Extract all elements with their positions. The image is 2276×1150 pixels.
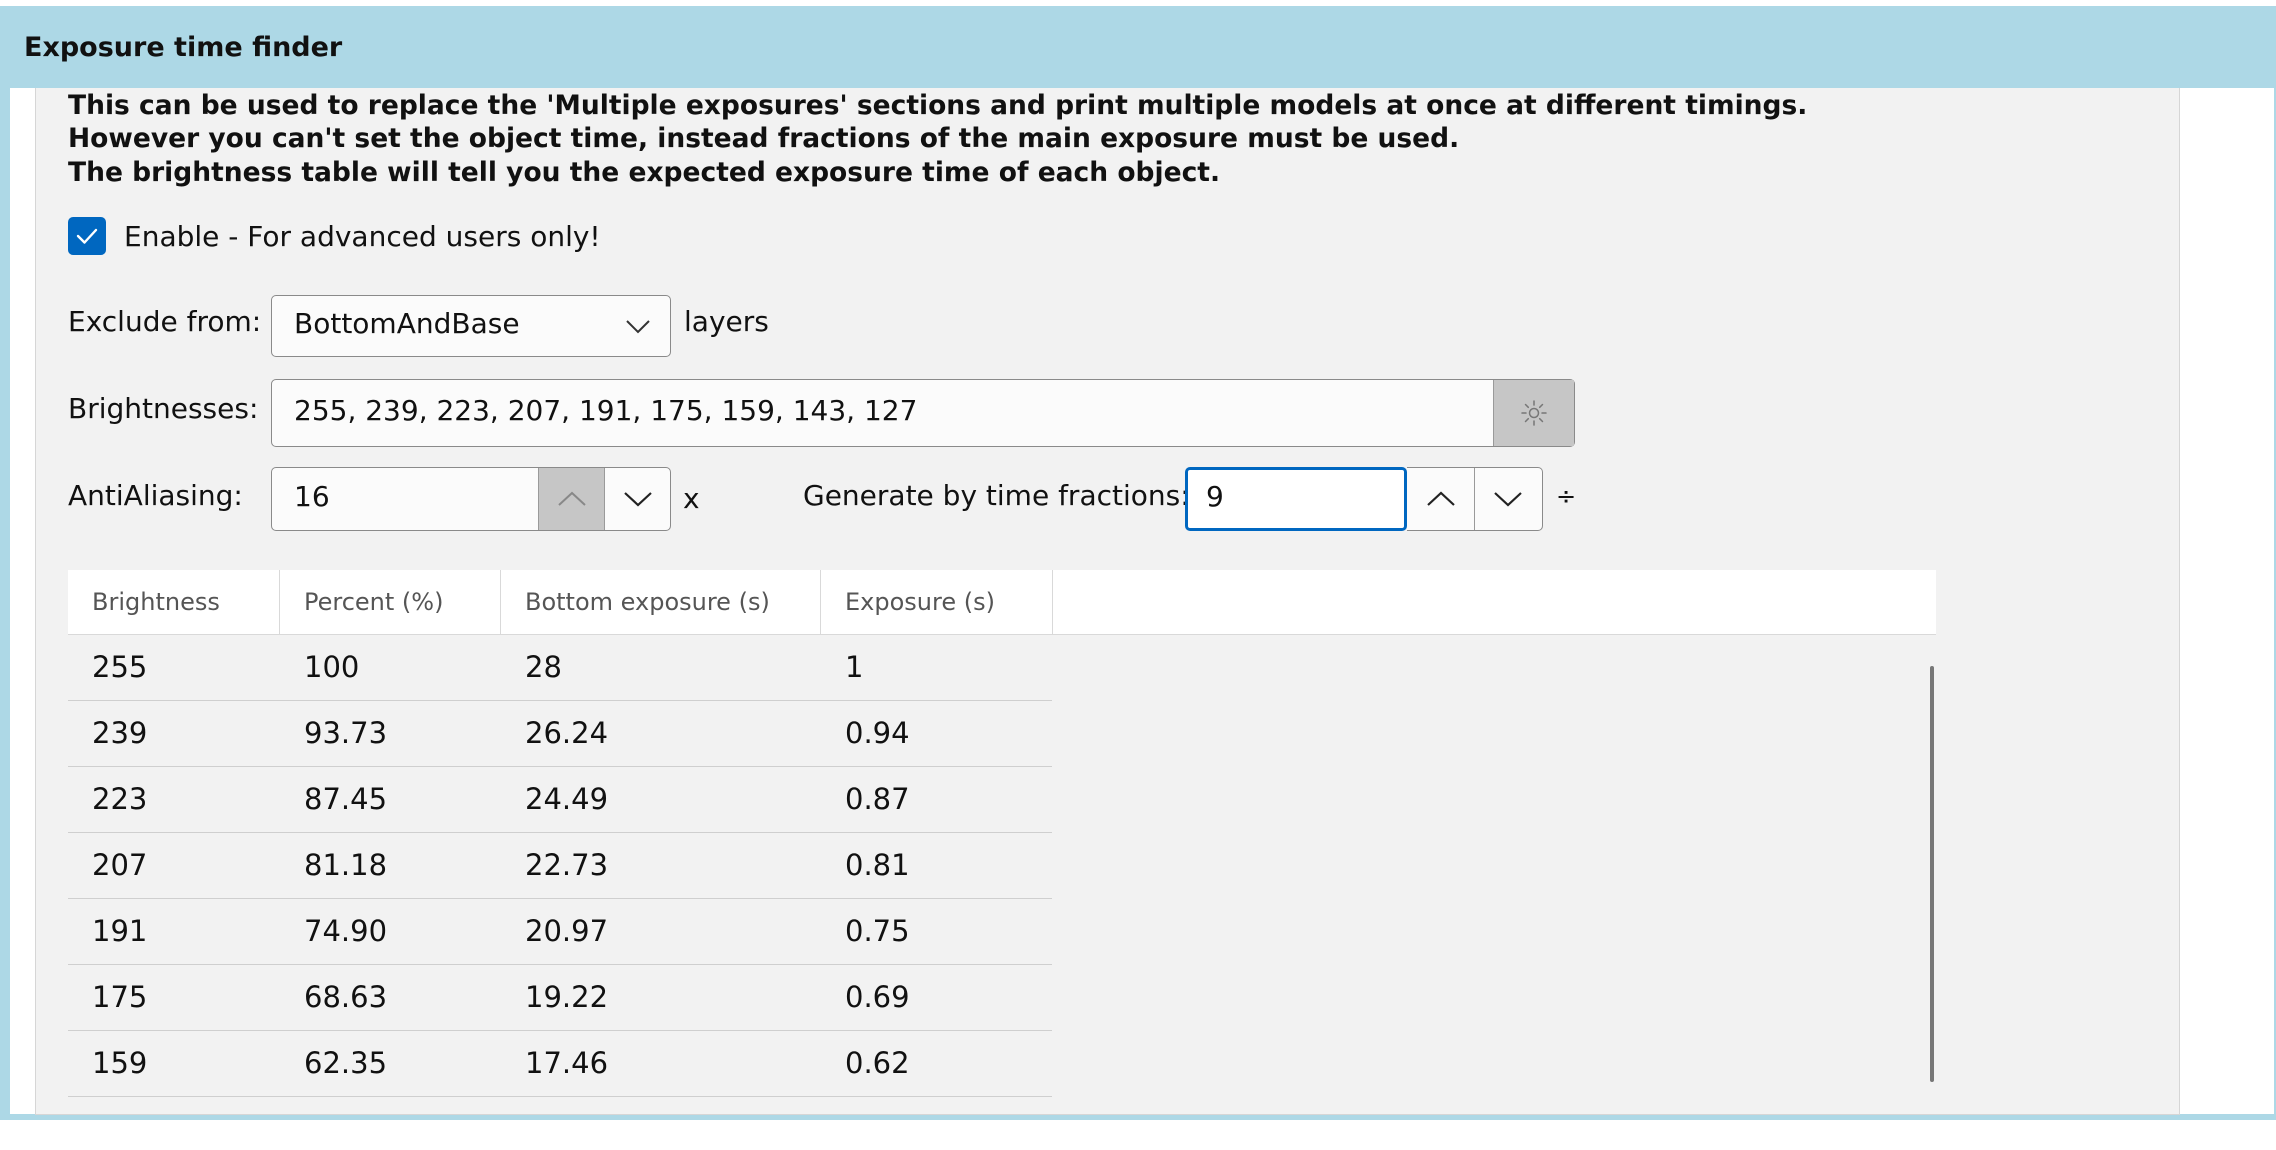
chevron-down-icon xyxy=(626,320,650,334)
exclude-label: Exclude from: xyxy=(68,305,262,338)
exclude-dropdown[interactable]: BottomAndBase xyxy=(271,295,671,357)
checkmark-icon xyxy=(76,228,98,244)
table-cell: 20.97 xyxy=(525,914,609,948)
chevron-down-icon xyxy=(1494,492,1522,507)
antialiasing-stepper[interactable]: 16 xyxy=(271,467,671,531)
table-cell: 239 xyxy=(92,716,148,750)
description-line-1: This can be used to replace the 'Multipl… xyxy=(68,90,1808,121)
column-header-exposure[interactable]: Exposure (s) xyxy=(821,570,1053,634)
column-header-percent[interactable]: Percent (%) xyxy=(280,570,501,634)
antialiasing-suffix: x xyxy=(683,482,700,515)
table-cell: 255 xyxy=(92,650,148,684)
table-row[interactable]: 191 74.90 20.97 0.75 xyxy=(68,898,1052,965)
table-cell: 207 xyxy=(92,848,148,882)
table-cell: 191 xyxy=(92,914,148,948)
table-cell: 223 xyxy=(92,782,148,816)
table-cell: 0.87 xyxy=(845,782,910,816)
fractions-value: 9 xyxy=(1206,480,1224,513)
table-cell: 0.81 xyxy=(845,848,910,882)
table-row[interactable]: 175 68.63 19.22 0.69 xyxy=(68,964,1052,1031)
content-area: This can be used to replace the 'Multipl… xyxy=(10,88,2274,1115)
fractions-input[interactable]: 9 xyxy=(1185,467,1407,531)
table-row[interactable]: 159 62.35 17.46 0.62 xyxy=(68,1030,1052,1097)
table-cell: 100 xyxy=(304,650,360,684)
brightnesses-input[interactable]: 255, 239, 223, 207, 191, 175, 159, 143, … xyxy=(271,379,1575,447)
table-cell: 159 xyxy=(92,1046,148,1080)
table-cell: 24.49 xyxy=(525,782,609,816)
chevron-down-icon xyxy=(623,492,652,507)
enable-row: Enable - For advanced users only! xyxy=(68,216,601,256)
description-line-2: However you can't set the object time, i… xyxy=(68,123,1460,154)
table-cell: 81.18 xyxy=(304,848,388,882)
fractions-spin-buttons xyxy=(1407,467,1543,531)
enable-checkbox[interactable] xyxy=(68,217,106,255)
description-line-3: The brightness table will tell you the e… xyxy=(68,157,1221,188)
antialiasing-increment-button[interactable] xyxy=(538,468,604,530)
fractions-decrement-button[interactable] xyxy=(1475,468,1541,530)
brightness-table: Brightness Percent (%) Bottom exposure (… xyxy=(68,570,1936,1114)
table-cell: 74.90 xyxy=(304,914,388,948)
settings-panel: This can be used to replace the 'Multipl… xyxy=(35,88,2180,1115)
table-row[interactable]: 239 93.73 26.24 0.94 xyxy=(68,700,1052,767)
fractions-increment-button[interactable] xyxy=(1407,468,1475,530)
table-cell: 28 xyxy=(525,650,562,684)
brightnesses-value: 255, 239, 223, 207, 191, 175, 159, 143, … xyxy=(294,394,918,427)
table-cell: 0.69 xyxy=(845,980,910,1014)
table-cell: 68.63 xyxy=(304,980,388,1014)
table-cell: 17.46 xyxy=(525,1046,609,1080)
antialiasing-value: 16 xyxy=(294,480,330,513)
exclude-suffix: layers xyxy=(684,305,769,338)
chevron-up-icon xyxy=(557,491,586,506)
table-cell: 175 xyxy=(92,980,148,1014)
fractions-stepper: 9 xyxy=(1185,467,1543,531)
table-cell: 93.73 xyxy=(304,716,388,750)
window-frame: Exposure time finder This can be used to… xyxy=(0,6,2276,1120)
table-row[interactable]: 223 87.45 24.49 0.87 xyxy=(68,766,1052,833)
window-header: Exposure time finder xyxy=(0,6,2276,88)
fractions-suffix: ÷ xyxy=(1556,482,1577,510)
sun-icon xyxy=(1521,400,1547,426)
brightnesses-label: Brightnesses: xyxy=(68,392,259,425)
column-header-brightness[interactable]: Brightness xyxy=(68,570,280,634)
table-cell: 26.24 xyxy=(525,716,609,750)
table-cell: 0.62 xyxy=(845,1046,910,1080)
chevron-up-icon xyxy=(1426,491,1455,506)
table-header: Brightness Percent (%) Bottom exposure (… xyxy=(68,570,1936,635)
table-row[interactable]: 255 100 28 1 xyxy=(68,634,1052,701)
window-title: Exposure time finder xyxy=(24,31,343,63)
table-cell: 22.73 xyxy=(525,848,609,882)
table-row[interactable]: 207 81.18 22.73 0.81 xyxy=(68,832,1052,899)
antialiasing-label: AntiAliasing: xyxy=(68,479,243,512)
column-header-bottom-exposure[interactable]: Bottom exposure (s) xyxy=(501,570,821,634)
enable-checkbox-label: Enable - For advanced users only! xyxy=(124,219,601,253)
table-cell: 0.94 xyxy=(845,716,910,750)
fractions-label: Generate by time fractions: xyxy=(803,479,1190,512)
table-scrollbar-thumb[interactable] xyxy=(1930,666,1934,1082)
table-cell: 19.22 xyxy=(525,980,609,1014)
table-cell: 87.45 xyxy=(304,782,388,816)
table-cell: 1 xyxy=(845,650,864,684)
antialiasing-decrement-button[interactable] xyxy=(604,468,670,530)
table-cell: 0.75 xyxy=(845,914,910,948)
brightness-picker-button[interactable] xyxy=(1493,380,1574,446)
exclude-selected-value: BottomAndBase xyxy=(294,307,520,340)
table-cell: 62.35 xyxy=(304,1046,388,1080)
